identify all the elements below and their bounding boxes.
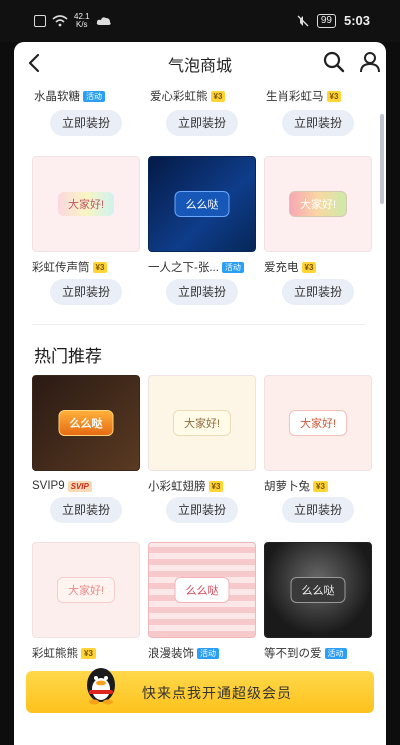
item-name: 等不到の爱 bbox=[264, 648, 322, 660]
dress-up-button[interactable]: 立即装扮 bbox=[282, 110, 354, 136]
bubble-preview: 大家好! bbox=[172, 410, 232, 436]
svip-badge: SVIP bbox=[67, 480, 92, 492]
battery-indicator: 99 bbox=[316, 13, 336, 28]
item-thumbnail: 大家好! bbox=[264, 375, 372, 471]
price-badge: ¥3 bbox=[208, 480, 224, 492]
search-icon[interactable] bbox=[322, 50, 346, 74]
item-name: 浪漫装饰 bbox=[148, 648, 194, 660]
item-name: 小彩虹翅膀 bbox=[148, 481, 206, 493]
cloud-icon bbox=[96, 17, 111, 25]
sim-icon bbox=[34, 15, 46, 27]
item-name: SVIP9 bbox=[32, 480, 65, 492]
bubble-preview: 么么哒 bbox=[290, 577, 346, 603]
activity-badge: 活动 bbox=[197, 647, 219, 659]
dress-up-button[interactable]: 立即装扮 bbox=[50, 110, 122, 136]
user-icon[interactable] bbox=[358, 50, 382, 74]
dress-up-button[interactable]: 立即装扮 bbox=[166, 279, 238, 305]
activity-badge: 活动 bbox=[83, 90, 105, 102]
item-thumbnail: 么么哒 bbox=[148, 542, 256, 638]
item-name: 一人之下-张... bbox=[148, 262, 219, 274]
list-item[interactable]: 大家好! 彩虹传声筒 ¥3 bbox=[32, 156, 140, 275]
bubble-store-screen: 气泡商城 水晶软糖 活动 爱心彩虹熊 ¥3 生肖彩虹马 ¥3 立即装扮 立即装扮 立即… bbox=[14, 42, 386, 745]
dress-up-button[interactable]: 立即装扮 bbox=[166, 497, 238, 523]
section-title: 热门推荐 bbox=[34, 347, 102, 366]
bubble-preview: 么么哒 bbox=[58, 410, 114, 436]
bubble-preview: 么么哒 bbox=[174, 577, 230, 603]
dress-up-button[interactable]: 立即装扮 bbox=[166, 110, 238, 136]
item-name: 爱心彩虹熊 bbox=[150, 91, 208, 103]
dress-up-button[interactable]: 立即装扮 bbox=[282, 497, 354, 523]
list-item[interactable]: 大家好! 小彩虹翅膀 ¥3 bbox=[148, 375, 256, 494]
list-item[interactable]: 大家好! 爱充电 ¥3 bbox=[264, 156, 372, 275]
wifi-icon bbox=[52, 15, 68, 27]
item-name: 水晶软糖 bbox=[34, 91, 80, 103]
item-thumbnail: 大家好! bbox=[148, 375, 256, 471]
bubble-preview: 大家好! bbox=[288, 410, 348, 436]
vip-promo-banner[interactable]: 快来点我开通超级会员 bbox=[26, 668, 374, 713]
bubble-preview: 大家好! bbox=[288, 191, 348, 217]
mute-icon bbox=[297, 15, 309, 26]
item-thumbnail: 么么哒 bbox=[148, 156, 256, 252]
item-thumbnail: 么么哒 bbox=[264, 542, 372, 638]
item-thumbnail: 大家好! bbox=[32, 542, 140, 638]
promo-text: 快来点我开通超级会员 bbox=[142, 685, 292, 701]
list-item[interactable]: 水晶软糖 活动 bbox=[34, 88, 142, 104]
list-item[interactable]: 大家好! 胡萝卜兔 ¥3 bbox=[264, 375, 372, 494]
dress-up-button[interactable]: 立即装扮 bbox=[50, 497, 122, 523]
list-item[interactable]: 么么哒 一人之下-张... 活动 bbox=[148, 156, 256, 275]
item-thumbnail: 大家好! bbox=[32, 156, 140, 252]
item-thumbnail: 么么哒 bbox=[32, 375, 140, 471]
item-name: 彩虹熊熊 bbox=[32, 648, 78, 660]
list-item[interactable]: 么么哒 等不到の爱 活动 bbox=[264, 542, 372, 661]
item-name: 爱充电 bbox=[264, 262, 299, 274]
penguin-mascot-icon bbox=[87, 668, 115, 705]
item-name: 彩虹传声筒 bbox=[32, 262, 90, 274]
bubble-preview: 么么哒 bbox=[174, 191, 230, 217]
clock: 5:03 bbox=[343, 13, 370, 28]
activity-badge: 活动 bbox=[221, 261, 244, 273]
list-item[interactable]: 爱心彩虹熊 ¥3 bbox=[150, 88, 258, 104]
activity-badge: 活动 bbox=[324, 647, 347, 659]
dress-up-button[interactable]: 立即装扮 bbox=[50, 279, 122, 305]
price-badge: ¥3 bbox=[81, 647, 96, 659]
price-badge: ¥3 bbox=[326, 90, 342, 102]
list-item[interactable]: 么么哒 浪漫装饰 活动 bbox=[148, 542, 256, 661]
status-bar: 42.1 K/s 99 5:03 bbox=[0, 0, 400, 42]
header: 气泡商城 bbox=[14, 42, 386, 82]
item-name: 生肖彩虹马 bbox=[266, 91, 324, 103]
price-badge: ¥3 bbox=[210, 90, 226, 102]
bubble-preview: 大家好! bbox=[57, 192, 115, 216]
dress-up-button[interactable]: 立即装扮 bbox=[282, 279, 354, 305]
network-speed: 42.1 K/s bbox=[74, 12, 90, 29]
section-divider bbox=[32, 324, 366, 325]
list-item[interactable]: 生肖彩虹马 ¥3 bbox=[266, 88, 374, 104]
price-badge: ¥3 bbox=[301, 261, 317, 273]
item-thumbnail: 大家好! bbox=[264, 156, 372, 252]
price-badge: ¥3 bbox=[92, 261, 108, 273]
scrollbar[interactable] bbox=[380, 114, 384, 204]
list-item[interactable]: 大家好! 彩虹熊熊 ¥3 bbox=[32, 542, 140, 661]
list-item[interactable]: 么么哒 SVIP9 SVIP bbox=[32, 375, 140, 494]
bubble-preview: 大家好! bbox=[56, 577, 116, 603]
price-badge: ¥3 bbox=[313, 480, 328, 492]
item-name: 胡萝卜兔 bbox=[264, 481, 310, 493]
